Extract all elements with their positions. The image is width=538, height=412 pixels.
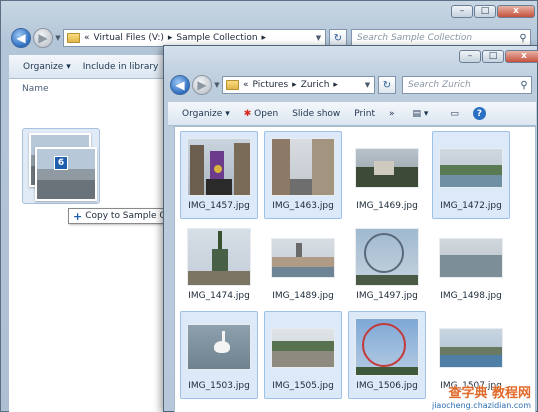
file-name: IMG_1457.jpg <box>188 201 250 211</box>
refresh-icon[interactable]: ↻ <box>378 76 396 94</box>
file-tile[interactable]: IMG_1498.jpg <box>432 221 510 309</box>
address-overflow[interactable]: « <box>84 33 90 43</box>
thumbnail-image <box>187 138 251 196</box>
file-name: IMG_1474.jpg <box>188 291 250 301</box>
open-icon: ✱ <box>243 108 252 119</box>
address-separator: ▸ <box>167 33 173 43</box>
folder-icon <box>67 33 80 43</box>
file-tile[interactable]: IMG_1463.jpg <box>264 131 342 219</box>
back-close-button[interactable]: x <box>497 5 535 18</box>
drag-item-count: 6 <box>54 156 68 170</box>
forward-arrow-icon[interactable]: ▶ <box>33 28 53 48</box>
front-maximize-button[interactable]: □ <box>482 50 504 63</box>
front-address-bar[interactable]: « Pictures ▸ Zurich ▸ ▼ <box>222 76 375 94</box>
front-window-caption-buttons: – □ x <box>459 50 538 63</box>
file-tile[interactable]: IMG_1497.jpg <box>348 221 426 309</box>
address-separator: ▸ <box>261 33 267 43</box>
chevron-down-icon[interactable]: ▼ <box>361 81 374 89</box>
file-tile[interactable]: IMG_1457.jpg <box>180 131 258 219</box>
front-command-bar: Organize ▾ ✱ Open Slide show Print » ▤ ▾… <box>168 102 536 126</box>
file-tile[interactable]: IMG_1506.jpg <box>348 311 426 399</box>
thumbnail-image <box>439 238 503 278</box>
front-nav-buttons: ◀ ▶ ▼ <box>170 75 222 95</box>
address-segment-folder[interactable]: Sample Collection <box>176 33 257 43</box>
more-commands-button[interactable]: » <box>389 109 395 119</box>
back-arrow-icon[interactable]: ◀ <box>11 28 31 48</box>
folder-icon <box>226 80 239 90</box>
recent-pages-dropdown[interactable]: ▼ <box>212 81 222 89</box>
thumbnail-grid[interactable]: IMG_1457.jpg IMG_1463.jpg IMG_1469.jpg I… <box>174 126 536 412</box>
file-name: IMG_1497.jpg <box>356 291 418 301</box>
file-tile[interactable]: IMG_1469.jpg <box>348 131 426 219</box>
search-placeholder: Search Sample Collection <box>357 33 473 43</box>
file-name: IMG_1498.jpg <box>440 291 502 301</box>
file-tile[interactable]: IMG_1474.jpg <box>180 221 258 309</box>
watermark-title: 查字典 教程网 <box>448 386 531 401</box>
file-tile[interactable]: IMG_1489.jpg <box>264 221 342 309</box>
file-tile[interactable]: IMG_1472.jpg <box>432 131 510 219</box>
search-placeholder: Search Zurich <box>408 80 471 90</box>
thumbnail-image <box>271 238 335 278</box>
file-name: IMG_1463.jpg <box>272 201 334 211</box>
address-overflow[interactable]: « <box>243 80 249 90</box>
thumbnail-image <box>355 228 419 286</box>
forward-arrow-icon[interactable]: ▶ <box>192 75 212 95</box>
chevron-down-icon[interactable]: ▼ <box>312 34 325 42</box>
front-close-button[interactable]: x <box>505 50 538 63</box>
file-tile[interactable]: IMG_1503.jpg <box>180 311 258 399</box>
address-segment-zurich[interactable]: Zurich <box>301 80 330 90</box>
front-search-input[interactable]: Search Zurich ⚲ <box>402 76 532 94</box>
organize-button[interactable]: Organize ▾ <box>182 109 230 119</box>
search-icon[interactable]: ⚲ <box>516 33 530 44</box>
file-tile[interactable]: IMG_1505.jpg <box>264 311 342 399</box>
address-separator: ▸ <box>333 80 338 90</box>
file-name: IMG_1506.jpg <box>356 381 418 391</box>
front-minimize-button[interactable]: – <box>459 50 481 63</box>
column-header-name[interactable]: Name <box>22 84 49 94</box>
thumbnail-image <box>271 138 335 196</box>
back-command-bar: Organize ▾ Include in library <box>9 55 169 79</box>
file-name: IMG_1489.jpg <box>272 291 334 301</box>
back-maximize-button[interactable]: □ <box>474 5 496 18</box>
views-icon[interactable]: ▤ ▾ <box>413 109 429 119</box>
back-arrow-icon[interactable]: ◀ <box>170 75 190 95</box>
thumbnail-image <box>187 324 251 370</box>
file-name: IMG_1505.jpg <box>272 381 334 391</box>
print-button[interactable]: Print <box>354 109 375 119</box>
watermark-logo: 查字典 教程网 jiaocheng.chazidian.com <box>432 382 531 410</box>
address-segment-drive[interactable]: Virtual Files (V:) <box>94 33 164 43</box>
thumbnail-image <box>439 148 503 188</box>
plus-icon: + <box>73 209 83 223</box>
open-button[interactable]: ✱ Open <box>244 109 278 119</box>
address-separator: ▸ <box>292 80 297 90</box>
watermark-url: jiaocheng.chazidian.com <box>431 401 531 410</box>
recent-pages-dropdown[interactable]: ▼ <box>53 34 63 42</box>
thumbnail-image <box>355 318 419 376</box>
back-window-caption-buttons: – □ x <box>451 5 535 18</box>
thumbnail-image <box>271 328 335 368</box>
thumbnail-image <box>187 228 251 286</box>
search-icon[interactable]: ⚲ <box>517 80 531 91</box>
slide-show-button[interactable]: Slide show <box>292 109 340 119</box>
file-name: IMG_1472.jpg <box>440 201 502 211</box>
preview-pane-icon[interactable]: ▭ <box>450 109 459 119</box>
back-minimize-button[interactable]: – <box>451 5 473 18</box>
include-in-library-button[interactable]: Include in library <box>83 62 159 72</box>
front-explorer-window: – □ x ◀ ▶ ▼ « Pictures ▸ Zurich ▸ ▼ ↻ Se… <box>163 45 538 412</box>
thumbnail-image <box>439 328 503 368</box>
file-name: IMG_1503.jpg <box>188 381 250 391</box>
help-icon[interactable]: ? <box>472 107 486 120</box>
file-name: IMG_1469.jpg <box>356 201 418 211</box>
back-nav-buttons: ◀ ▶ ▼ <box>11 28 63 48</box>
thumbnail-image <box>355 148 419 188</box>
address-segment-pictures[interactable]: Pictures <box>253 80 289 90</box>
organize-button[interactable]: Organize ▾ <box>23 62 71 72</box>
